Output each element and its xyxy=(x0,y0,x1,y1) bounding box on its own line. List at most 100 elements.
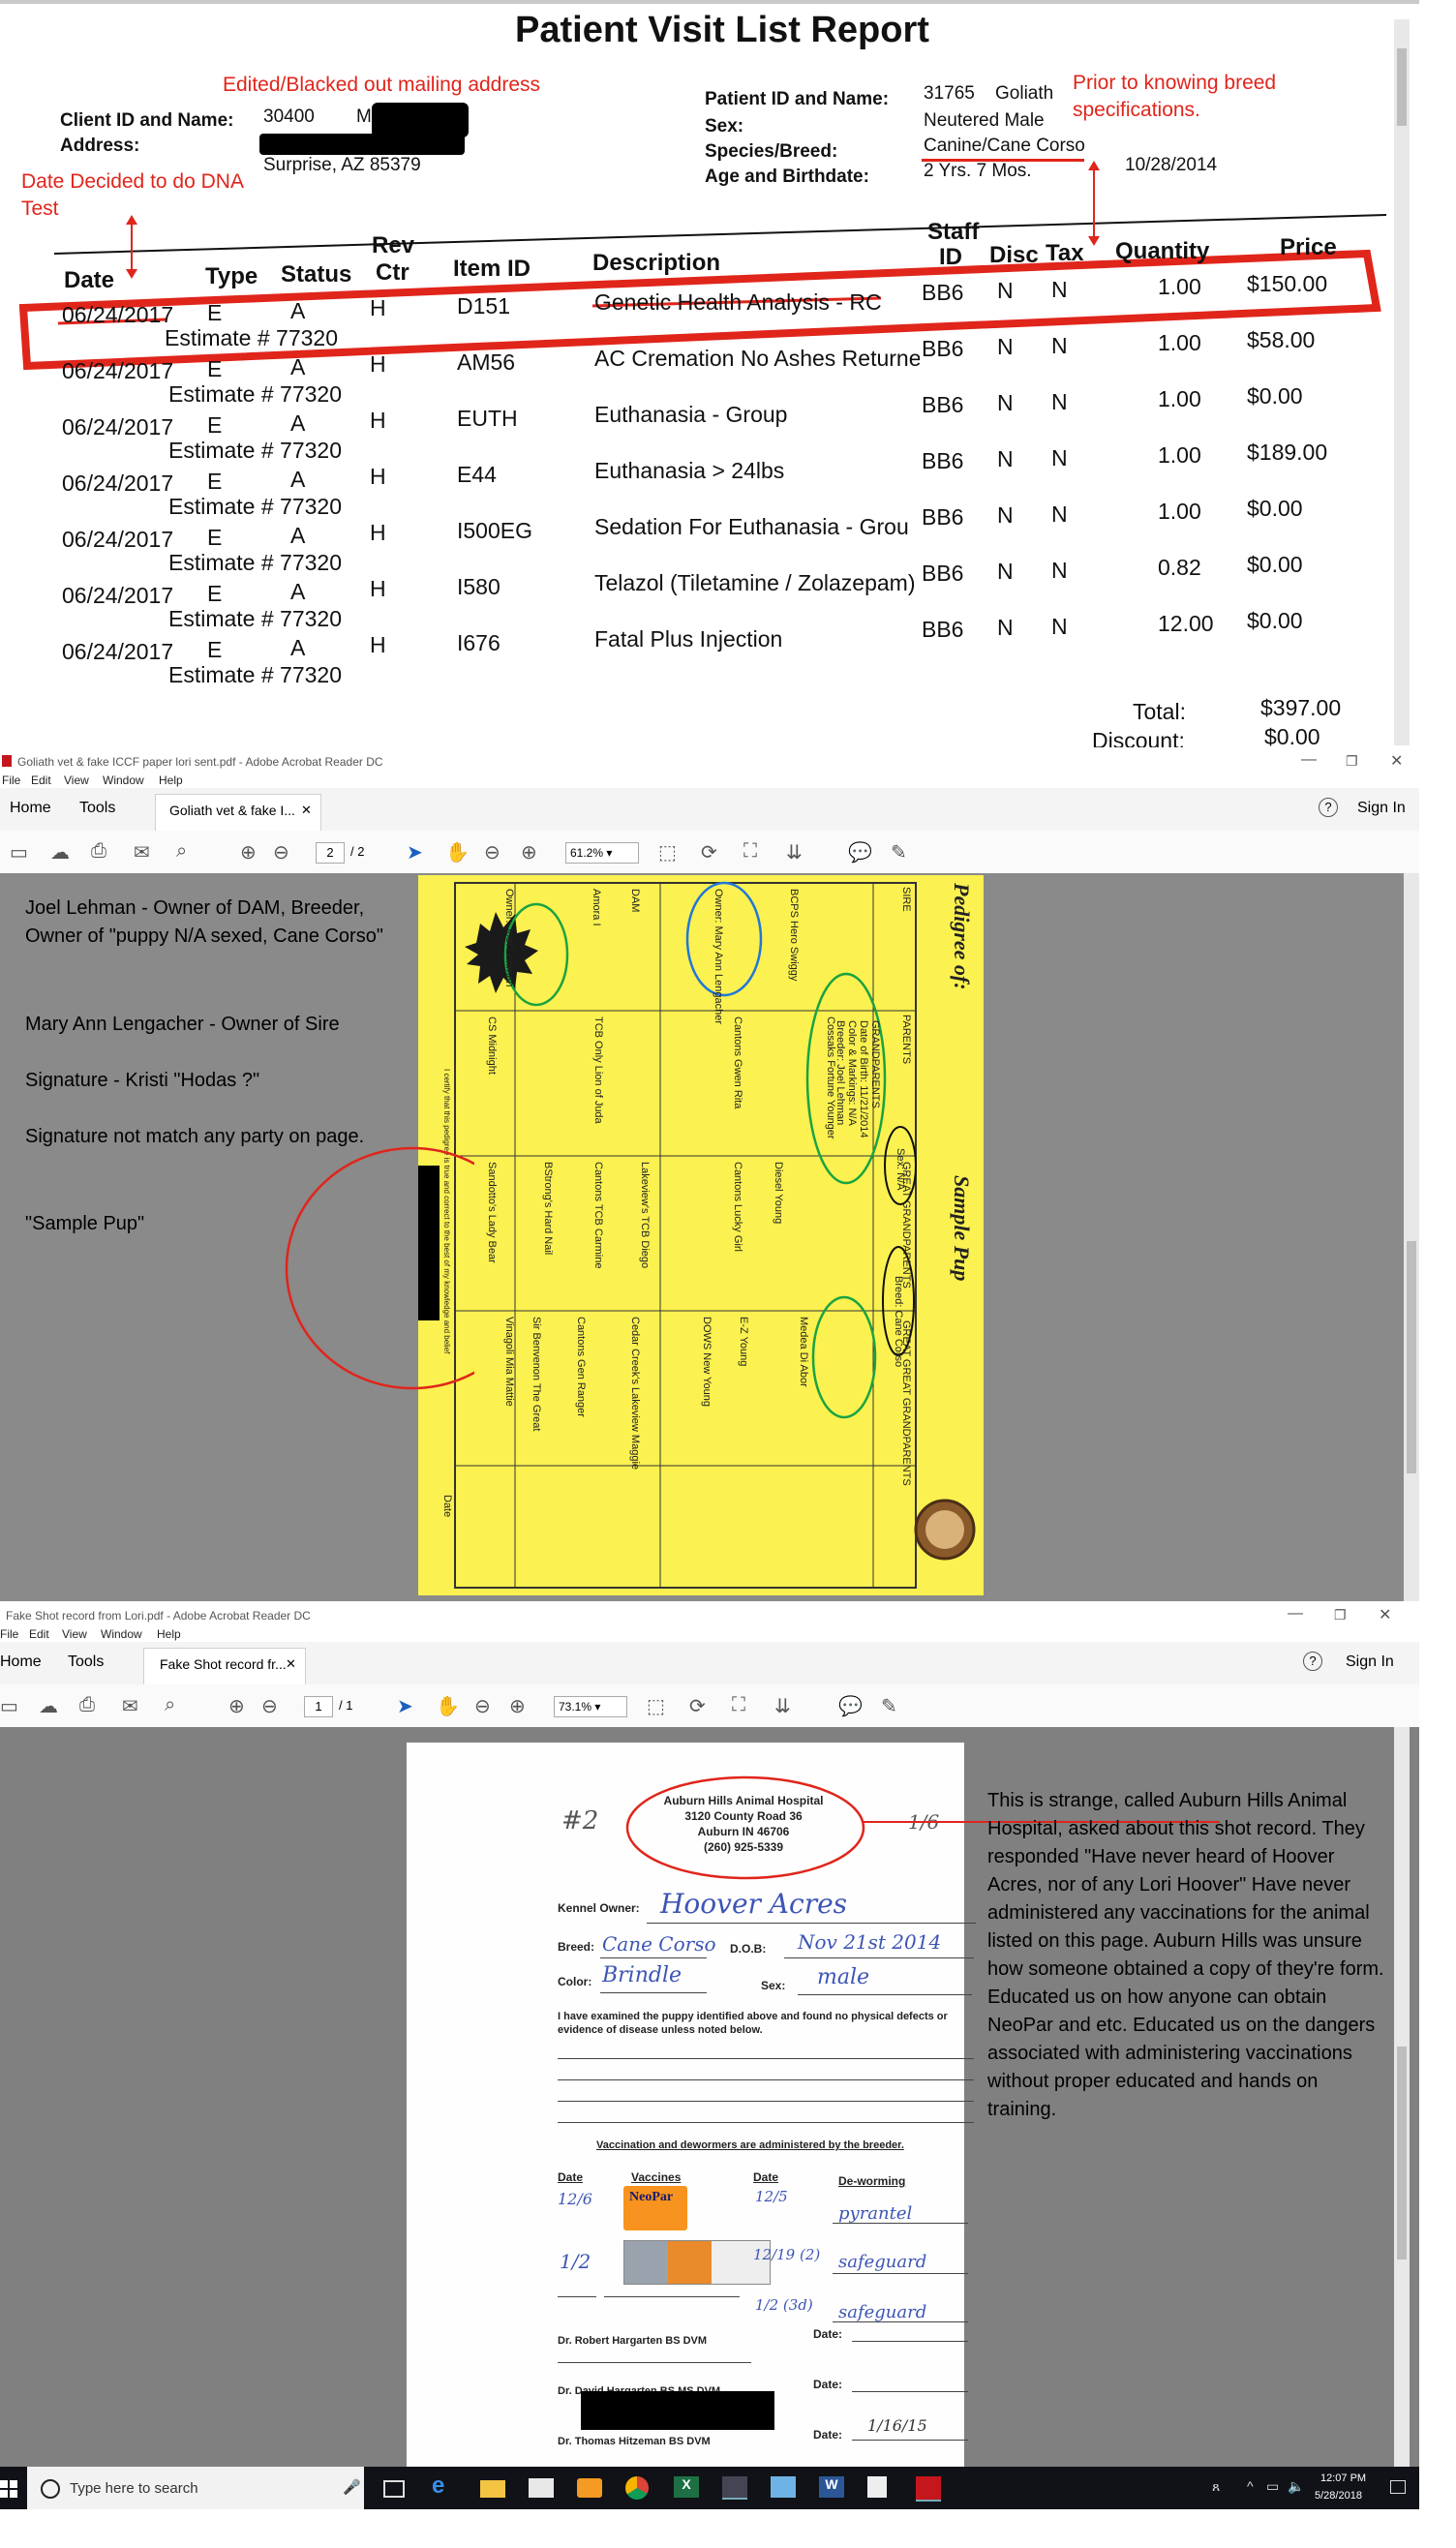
sign-in-link-2[interactable]: Sign In xyxy=(1346,1653,1394,1671)
app-icon[interactable] xyxy=(722,2476,747,2500)
taskbar-search[interactable]: Type here to search 🎤 xyxy=(27,2467,364,2509)
window1-menubar: File Edit View Window Help xyxy=(0,773,1419,788)
clock-time[interactable]: 12:07 PM xyxy=(1320,2472,1366,2484)
search-icon[interactable]: ⌕ xyxy=(176,840,187,863)
zoom-select[interactable]: 61.2% ▾ xyxy=(565,842,639,864)
tools-tab[interactable]: Tools xyxy=(79,800,115,817)
help-icon[interactable]: ? xyxy=(1319,798,1338,817)
close-tab-icon[interactable]: ✕ xyxy=(301,803,312,818)
zoom-select-2[interactable]: 73.1% ▾ xyxy=(554,1696,627,1717)
sign-icon-2[interactable]: ✎ xyxy=(881,1694,897,1718)
tray-chevron-icon[interactable]: ^ xyxy=(1247,2478,1254,2494)
page-current-2: 1 xyxy=(315,1699,322,1714)
window1-menu-item[interactable]: Edit xyxy=(31,774,51,787)
window1-menu-item[interactable]: Help xyxy=(159,774,183,787)
document-tab-2[interactable]: Fake Shot record fr... ✕ xyxy=(143,1648,306,1685)
scroll-mode-icon[interactable]: ⇊ xyxy=(786,840,803,864)
zoom-out-icon[interactable]: ⊖ xyxy=(484,840,500,864)
fullscreen-icon-2[interactable]: ⛶ xyxy=(732,1694,745,1716)
sign-in-link[interactable]: Sign In xyxy=(1357,800,1406,817)
zoom-in-icon-2[interactable]: ⊕ xyxy=(509,1694,526,1718)
print-icon-2[interactable]: ⎙ xyxy=(79,1694,95,1716)
scroll-mode-icon-2[interactable]: ⇊ xyxy=(774,1694,791,1718)
acrobat-taskbar-icon[interactable] xyxy=(916,2476,941,2502)
minimize-button[interactable]: — xyxy=(1301,751,1317,769)
home-tab[interactable]: Home xyxy=(10,800,51,817)
email-icon-2[interactable]: ✉ xyxy=(122,1694,138,1718)
window2-menu-item[interactable]: Help xyxy=(157,1627,181,1641)
page-input-2[interactable]: 1 xyxy=(304,1696,333,1717)
next-page-icon[interactable]: ⊖ xyxy=(273,840,289,864)
window1-menu-item[interactable]: File xyxy=(2,774,20,787)
mic-icon[interactable]: 🎤 xyxy=(343,2478,361,2496)
prev-page-icon-2[interactable]: ⊕ xyxy=(228,1694,245,1718)
comment-icon[interactable]: 💬 xyxy=(848,840,872,864)
chrome-icon[interactable] xyxy=(625,2476,649,2500)
doc2-scrollbar[interactable] xyxy=(1394,1727,1410,2467)
network-icon[interactable]: ▭ xyxy=(1266,2478,1279,2495)
help-icon-2[interactable]: ? xyxy=(1303,1652,1322,1671)
rotate-icon-2[interactable]: ⟳ xyxy=(689,1694,706,1718)
calculator-icon[interactable] xyxy=(867,2476,887,2498)
start-icon[interactable] xyxy=(0,2480,17,2498)
upload-icon-2[interactable]: ☁ xyxy=(39,1694,58,1718)
print-icon[interactable]: ⎙ xyxy=(91,840,106,863)
report-scrollbar[interactable] xyxy=(1394,19,1410,745)
window1-menu-item[interactable]: View xyxy=(64,774,89,787)
select-tool-icon-2[interactable]: ➤ xyxy=(397,1694,413,1718)
page-input[interactable]: 2 xyxy=(316,842,345,864)
window1-titlebar: Goliath vet & fake ICCF paper lori sent.… xyxy=(0,751,1419,773)
notification-icon[interactable] xyxy=(1390,2480,1406,2494)
excel-icon[interactable]: X xyxy=(674,2476,699,2498)
upload-icon[interactable]: ☁ xyxy=(50,840,70,864)
notepad-icon[interactable] xyxy=(771,2476,796,2498)
window2-menu-item[interactable]: Window xyxy=(101,1627,142,1641)
clock-date[interactable]: 5/28/2018 xyxy=(1315,2490,1362,2502)
row-type: E xyxy=(207,581,223,606)
window2-menu-item[interactable]: View xyxy=(62,1627,87,1641)
minimize-button-2[interactable]: — xyxy=(1288,1605,1303,1623)
close-tab-icon-2[interactable]: ✕ xyxy=(286,1656,296,1672)
row-tax: N xyxy=(1051,558,1068,583)
save-icon[interactable]: ▭ xyxy=(10,840,28,864)
task-view-icon[interactable] xyxy=(383,2480,405,2498)
email-icon[interactable]: ✉ xyxy=(134,840,150,864)
store-icon[interactable] xyxy=(529,2478,554,2498)
word-icon[interactable]: W xyxy=(819,2476,844,2498)
window2-menu-item[interactable]: Edit xyxy=(29,1627,49,1641)
pedigree-date-label: Date xyxy=(441,1495,453,1518)
prev-page-icon[interactable]: ⊕ xyxy=(240,840,257,864)
search-icon-2[interactable]: ⌕ xyxy=(165,1694,175,1716)
restore-button-2[interactable]: ❐ xyxy=(1334,1607,1347,1623)
row-date: 06/24/2017 xyxy=(62,527,174,552)
window2-menu-item[interactable]: File xyxy=(0,1627,18,1641)
media-player-icon[interactable] xyxy=(577,2478,602,2498)
window1-menu-item[interactable]: Window xyxy=(103,774,144,787)
document-tab[interactable]: Goliath vet & fake I... ✕ xyxy=(155,794,321,832)
home-tab-2[interactable]: Home xyxy=(0,1653,42,1671)
close-button-2[interactable]: ✕ xyxy=(1379,1605,1391,1624)
save-icon-2[interactable]: ▭ xyxy=(0,1694,18,1718)
hand-tool-icon[interactable]: ✋ xyxy=(445,840,470,864)
hand-tool-icon-2[interactable]: ✋ xyxy=(436,1694,460,1718)
fullscreen-icon[interactable]: ⛶ xyxy=(743,840,757,863)
comment-icon-2[interactable]: 💬 xyxy=(838,1694,863,1718)
volume-icon[interactable]: 🔈 xyxy=(1288,2478,1304,2495)
edge-icon[interactable]: e xyxy=(432,2472,457,2499)
people-icon[interactable]: ጸ xyxy=(1212,2478,1220,2495)
select-tool-icon[interactable]: ➤ xyxy=(407,840,423,864)
next-page-icon-2[interactable]: ⊖ xyxy=(261,1694,278,1718)
fit-page-icon-2[interactable]: ⬚ xyxy=(647,1694,665,1718)
rotate-icon[interactable]: ⟳ xyxy=(701,840,717,864)
close-button[interactable]: ✕ xyxy=(1390,751,1403,771)
tools-tab-2[interactable]: Tools xyxy=(68,1653,104,1671)
doc1-scrollbar[interactable] xyxy=(1404,873,1419,1601)
file-explorer-icon[interactable] xyxy=(480,2480,505,2498)
zoom-out-icon-2[interactable]: ⊖ xyxy=(474,1694,491,1718)
restore-button[interactable]: ❐ xyxy=(1346,753,1358,770)
date-label-2: Date: xyxy=(813,2378,843,2391)
fit-page-icon[interactable]: ⬚ xyxy=(658,840,677,864)
zoom-in-icon[interactable]: ⊕ xyxy=(521,840,537,864)
sign-icon[interactable]: ✎ xyxy=(891,840,907,864)
vacc-header: Vaccination and dewormers are administer… xyxy=(596,2139,904,2151)
